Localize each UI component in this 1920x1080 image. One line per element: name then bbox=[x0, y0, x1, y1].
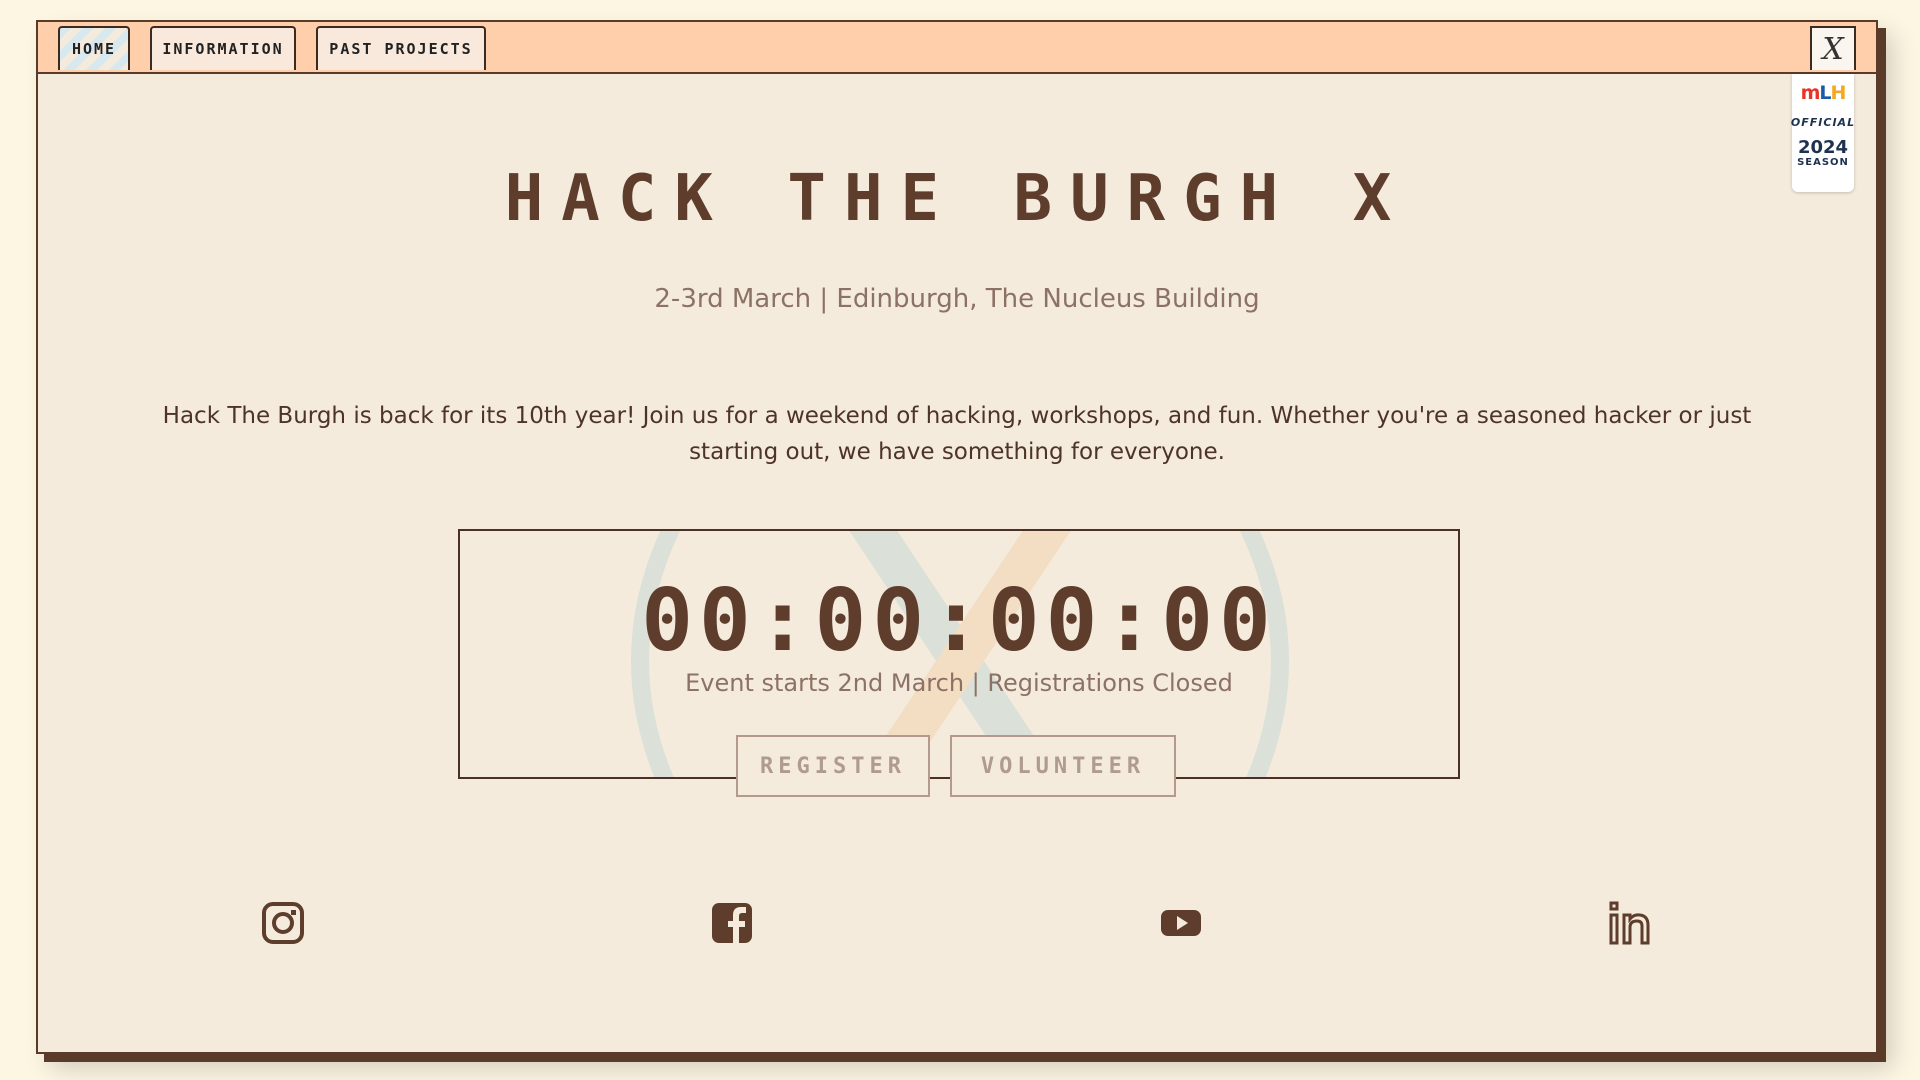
event-status: Event starts 2nd March | Registrations C… bbox=[685, 669, 1233, 697]
tab-past-projects[interactable]: PAST PROJECTS bbox=[316, 26, 486, 70]
intro-text: Hack The Burgh is back for its 10th year… bbox=[162, 403, 1752, 465]
scrollbar[interactable] bbox=[1878, 72, 1886, 612]
event-subtitle: 2-3rd March | Edinburgh, The Nucleus Bui… bbox=[654, 284, 1260, 314]
register-button[interactable]: REGISTER bbox=[736, 735, 930, 797]
mlh-official-label: OFFICIAL bbox=[1790, 116, 1856, 129]
page-title: HACK THE BURGH X bbox=[504, 162, 1410, 236]
tab-home[interactable]: HOME bbox=[58, 26, 130, 70]
countdown-timer: 00:00:00:00 bbox=[641, 571, 1277, 671]
linkedin-icon[interactable] bbox=[1607, 900, 1653, 946]
instagram-icon[interactable] bbox=[260, 900, 306, 946]
close-button[interactable]: X bbox=[1810, 26, 1856, 70]
volunteer-button[interactable]: VOLUNTEER bbox=[950, 735, 1176, 797]
youtube-icon[interactable] bbox=[1158, 900, 1204, 946]
facebook-icon[interactable] bbox=[709, 900, 755, 946]
mlh-year: 2024 bbox=[1797, 137, 1849, 158]
mlh-logo: mLH bbox=[1800, 82, 1847, 104]
main-window: HOME INFORMATION PAST PROJECTS X mLH OFF… bbox=[36, 20, 1886, 1054]
tab-information[interactable]: INFORMATION bbox=[150, 26, 296, 70]
title-bar: HOME INFORMATION PAST PROJECTS X bbox=[38, 22, 1876, 74]
